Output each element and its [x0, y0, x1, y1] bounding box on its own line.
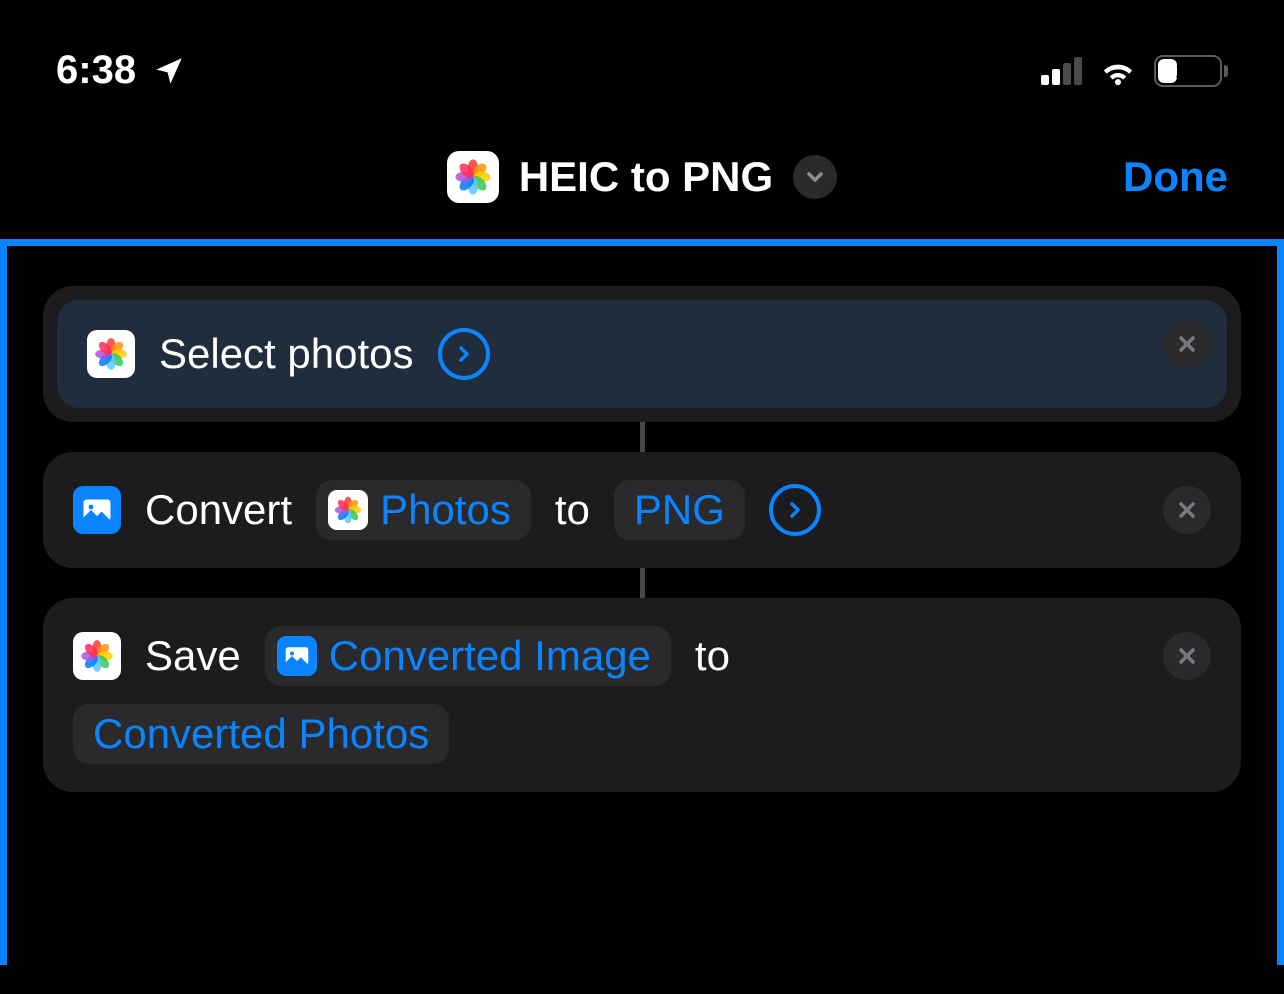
workflow-canvas[interactable]: Select photos Convert — [0, 239, 1284, 965]
action-convert-image[interactable]: Convert — [43, 452, 1241, 568]
shortcut-title-group[interactable]: HEIC to PNG — [447, 151, 837, 203]
workflow-connector — [640, 422, 645, 452]
param-label: PNG — [634, 486, 725, 534]
status-left: 6:38 — [56, 48, 186, 93]
wifi-icon — [1098, 51, 1138, 91]
chevron-down-icon[interactable] — [793, 155, 837, 199]
nav-bar: HEIC to PNG Done — [0, 117, 1284, 239]
action-label: to — [555, 486, 590, 534]
expand-action-icon[interactable] — [769, 484, 821, 536]
param-input-converted-image[interactable]: Converted Image — [265, 626, 671, 686]
expand-action-icon[interactable] — [438, 328, 490, 380]
remove-action-button[interactable] — [1163, 486, 1211, 534]
shortcut-title: HEIC to PNG — [519, 153, 773, 201]
photos-icon — [328, 490, 368, 530]
param-input-photos[interactable]: Photos — [316, 480, 531, 540]
battery-percent: 22 — [1154, 58, 1222, 84]
action-label: Save — [145, 632, 241, 680]
battery-indicator: 22 — [1154, 55, 1228, 87]
param-label: Converted Image — [329, 632, 651, 680]
action-label: to — [695, 632, 730, 680]
photos-icon — [87, 330, 135, 378]
param-label: Converted Photos — [93, 710, 429, 758]
image-icon — [73, 486, 121, 534]
done-button[interactable]: Done — [1123, 153, 1228, 201]
image-icon — [277, 636, 317, 676]
cellular-signal-icon — [1041, 57, 1082, 85]
action-save-to-album[interactable]: Save Converted Image to Converted Photos — [43, 598, 1241, 792]
photos-icon — [73, 632, 121, 680]
param-format-png[interactable]: PNG — [614, 480, 745, 540]
action-label: Select photos — [159, 330, 414, 378]
param-destination-album[interactable]: Converted Photos — [73, 704, 449, 764]
workflow-connector — [640, 568, 645, 598]
shortcut-app-icon — [447, 151, 499, 203]
remove-action-button[interactable] — [1163, 632, 1211, 680]
location-icon — [152, 54, 186, 88]
action-select-photos[interactable]: Select photos — [43, 286, 1241, 422]
param-label: Photos — [380, 486, 511, 534]
action-label: Convert — [145, 486, 292, 534]
status-time: 6:38 — [56, 48, 136, 93]
remove-action-button[interactable] — [1163, 320, 1211, 368]
status-right: 22 — [1041, 51, 1228, 91]
status-bar: 6:38 22 — [0, 0, 1284, 117]
